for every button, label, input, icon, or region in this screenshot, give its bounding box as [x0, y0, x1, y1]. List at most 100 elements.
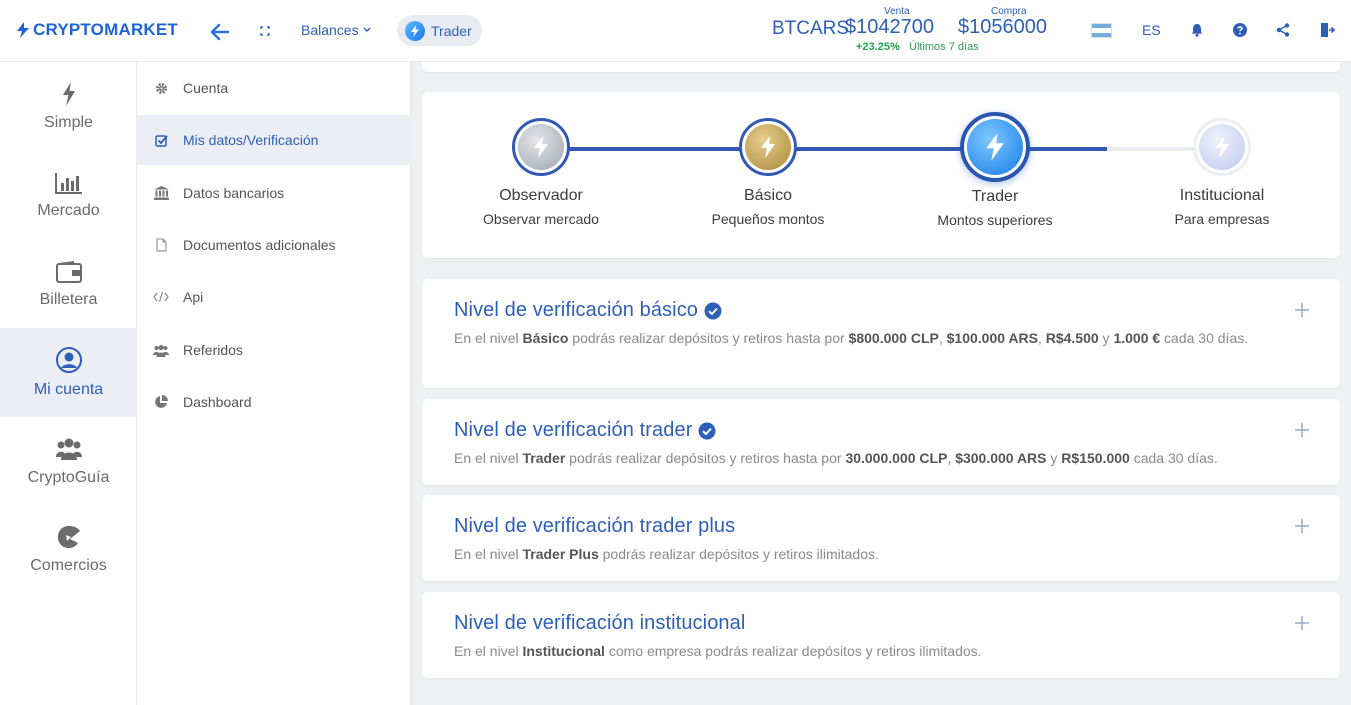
- nav-mi-cuenta[interactable]: Mi cuenta: [0, 328, 137, 417]
- verification-desc: En el nivel Trader Plus podrás realizar …: [454, 543, 1270, 566]
- verification-title: Nivel de verificación trader plus: [454, 515, 735, 538]
- level-desc: Montos superiores: [937, 212, 1053, 228]
- level-observador[interactable]: Observador Observar mercado: [441, 118, 641, 227]
- nav-simple[interactable]: Simple: [0, 62, 137, 151]
- observador-level-icon: [512, 118, 570, 176]
- subnav-datos-bancarios-label: Datos bancarios: [183, 185, 285, 201]
- checkbox-icon: [154, 134, 168, 147]
- verification-title-text: Nivel de verificación institucional: [454, 612, 746, 634]
- bell-icon[interactable]: [1189, 22, 1205, 38]
- desc-text-fragment: y: [1046, 450, 1062, 466]
- verification-desc: En el nivel Trader podrás realizar depós…: [454, 447, 1270, 470]
- desc-bold-fragment: 30.000.000 CLP: [845, 450, 948, 466]
- desc-text-fragment: En el nivel: [454, 450, 523, 466]
- share-icon[interactable]: [1275, 22, 1291, 38]
- nav-billetera-label: Billetera: [39, 290, 98, 308]
- desc-bold-fragment: Básico: [522, 330, 569, 346]
- cryptomarket-logo[interactable]: CRYPTOMARKET: [16, 20, 178, 40]
- nav-comercios[interactable]: Comercios: [0, 505, 137, 594]
- desc-bold-fragment: 1.000 €: [1113, 330, 1161, 346]
- fullscreen-icon[interactable]: [258, 24, 272, 38]
- verification-card-institucional[interactable]: Nivel de verificación institucional En e…: [422, 592, 1340, 678]
- desc-bold-fragment: $800.000 CLP: [848, 330, 939, 346]
- verification-title: Nivel de verificación institucional: [454, 612, 745, 635]
- subnav-documentos-label: Documentos adicionales: [183, 237, 336, 253]
- subnav-cuenta[interactable]: Cuenta: [137, 63, 411, 113]
- store-icon: [57, 525, 80, 548]
- level-desc: Pequeños montos: [711, 211, 825, 227]
- top-header: CRYPTOMARKET Balances Trader BTCARS Vent…: [0, 0, 1351, 62]
- expand-plus-icon[interactable]: [1294, 615, 1310, 631]
- expand-plus-icon[interactable]: [1294, 518, 1310, 534]
- desc-bold-fragment: Institucional: [522, 643, 605, 659]
- subnav-documentos[interactable]: Documentos adicionales: [137, 220, 411, 270]
- language-selector[interactable]: ES: [1142, 22, 1161, 38]
- desc-bold-fragment: R$4.500: [1045, 330, 1099, 346]
- desc-text-fragment: En el nivel: [454, 546, 523, 562]
- subnav-datos-bancarios[interactable]: Datos bancarios: [137, 168, 411, 218]
- nav-mercado[interactable]: Mercado: [0, 151, 137, 240]
- level-institucional[interactable]: Institucional Para empresas: [1122, 118, 1322, 227]
- subnav-dashboard[interactable]: Dashboard: [137, 377, 411, 427]
- bar-chart-icon: [54, 172, 82, 194]
- subnav-dashboard-label: Dashboard: [183, 394, 252, 410]
- verified-check-icon: [704, 302, 722, 319]
- level-desc: Observar mercado: [483, 211, 599, 227]
- level-name: Observador: [499, 187, 583, 204]
- wallet-icon: [55, 260, 82, 283]
- nav-simple-label: Simple: [44, 113, 93, 131]
- verification-title-text: Nivel de verificación básico: [454, 299, 699, 321]
- expand-plus-icon[interactable]: [1294, 302, 1310, 318]
- buy-price: $1056000: [958, 16, 1047, 38]
- account-subnav: Cuenta Mis datos/Verificación Datos banc…: [137, 62, 411, 705]
- level-trader[interactable]: Trader Montos superiores: [895, 112, 1095, 228]
- subnav-cuenta-label: Cuenta: [183, 80, 229, 96]
- code-icon: [153, 291, 169, 303]
- progress-track: [541, 147, 1221, 151]
- verification-title-text: Nivel de verificación trader plus: [454, 515, 736, 537]
- trader-level-icon: [960, 112, 1030, 182]
- gear-icon: [155, 82, 167, 94]
- main-sidebar: Simple Mercado Billetera Mi cuenta Crypt…: [0, 62, 137, 705]
- desc-text-fragment: podrás realizar depósitos y retiros hast…: [568, 330, 849, 346]
- subnav-mis-datos[interactable]: Mis datos/Verificación: [137, 115, 411, 165]
- level-basico[interactable]: Básico Pequeños montos: [668, 118, 868, 227]
- desc-text-fragment: cada 30 días.: [1129, 450, 1218, 466]
- verification-card-basico[interactable]: Nivel de verificación básico En el nivel…: [422, 279, 1340, 388]
- trader-bolt-icon: [405, 20, 425, 41]
- nav-billetera[interactable]: Billetera: [0, 240, 137, 329]
- desc-text-fragment: como empresa podrás realizar depósitos y…: [604, 643, 982, 659]
- expand-plus-icon[interactable]: [1294, 422, 1310, 438]
- desc-text-fragment: ,: [1037, 330, 1046, 346]
- desc-text-fragment: podrás realizar depósitos y retiros ilim…: [598, 546, 879, 562]
- balances-dropdown[interactable]: Balances: [301, 22, 371, 38]
- trader-level-pill[interactable]: Trader: [397, 15, 482, 46]
- argentina-flag-icon[interactable]: [1091, 23, 1112, 38]
- verification-title-text: Nivel de verificación trader: [454, 419, 693, 441]
- subnav-referidos[interactable]: Referidos: [137, 325, 411, 375]
- price-change: +23.25%: [856, 41, 900, 53]
- subnav-api[interactable]: Api: [137, 272, 411, 322]
- user-circle-icon: [55, 346, 82, 373]
- level-name: Trader: [971, 188, 1019, 205]
- verification-desc: En el nivel Básico podrás realizar depós…: [454, 327, 1270, 350]
- logo-text: CRYPTOMARKET: [33, 20, 179, 39]
- verification-card-trader-plus[interactable]: Nivel de verificación trader plus En el …: [422, 495, 1340, 581]
- desc-text-fragment: y: [1098, 330, 1114, 346]
- verification-card-trader[interactable]: Nivel de verificación trader En el nivel…: [422, 399, 1340, 485]
- level-name: Básico: [743, 187, 793, 204]
- help-icon[interactable]: [1232, 22, 1248, 38]
- document-icon: [155, 238, 167, 252]
- back-arrow-icon[interactable]: [208, 20, 232, 44]
- nav-mi-cuenta-label: Mi cuenta: [33, 380, 104, 398]
- logout-icon[interactable]: [1319, 22, 1335, 38]
- verification-title: Nivel de verificación trader: [454, 419, 716, 442]
- nav-cryptoguia[interactable]: CryptoGuía: [0, 417, 137, 506]
- subnav-referidos-label: Referidos: [183, 342, 243, 358]
- verification-levels-card: Observador Observar mercado Básico Peque…: [422, 92, 1340, 258]
- desc-bold-fragment: Trader: [522, 450, 566, 466]
- nav-cryptoguia-label: CryptoGuía: [27, 468, 110, 486]
- subnav-mis-datos-label: Mis datos/Verificación: [183, 132, 319, 148]
- sell-price: $1042700: [845, 16, 934, 38]
- verification-title: Nivel de verificación básico: [454, 299, 722, 322]
